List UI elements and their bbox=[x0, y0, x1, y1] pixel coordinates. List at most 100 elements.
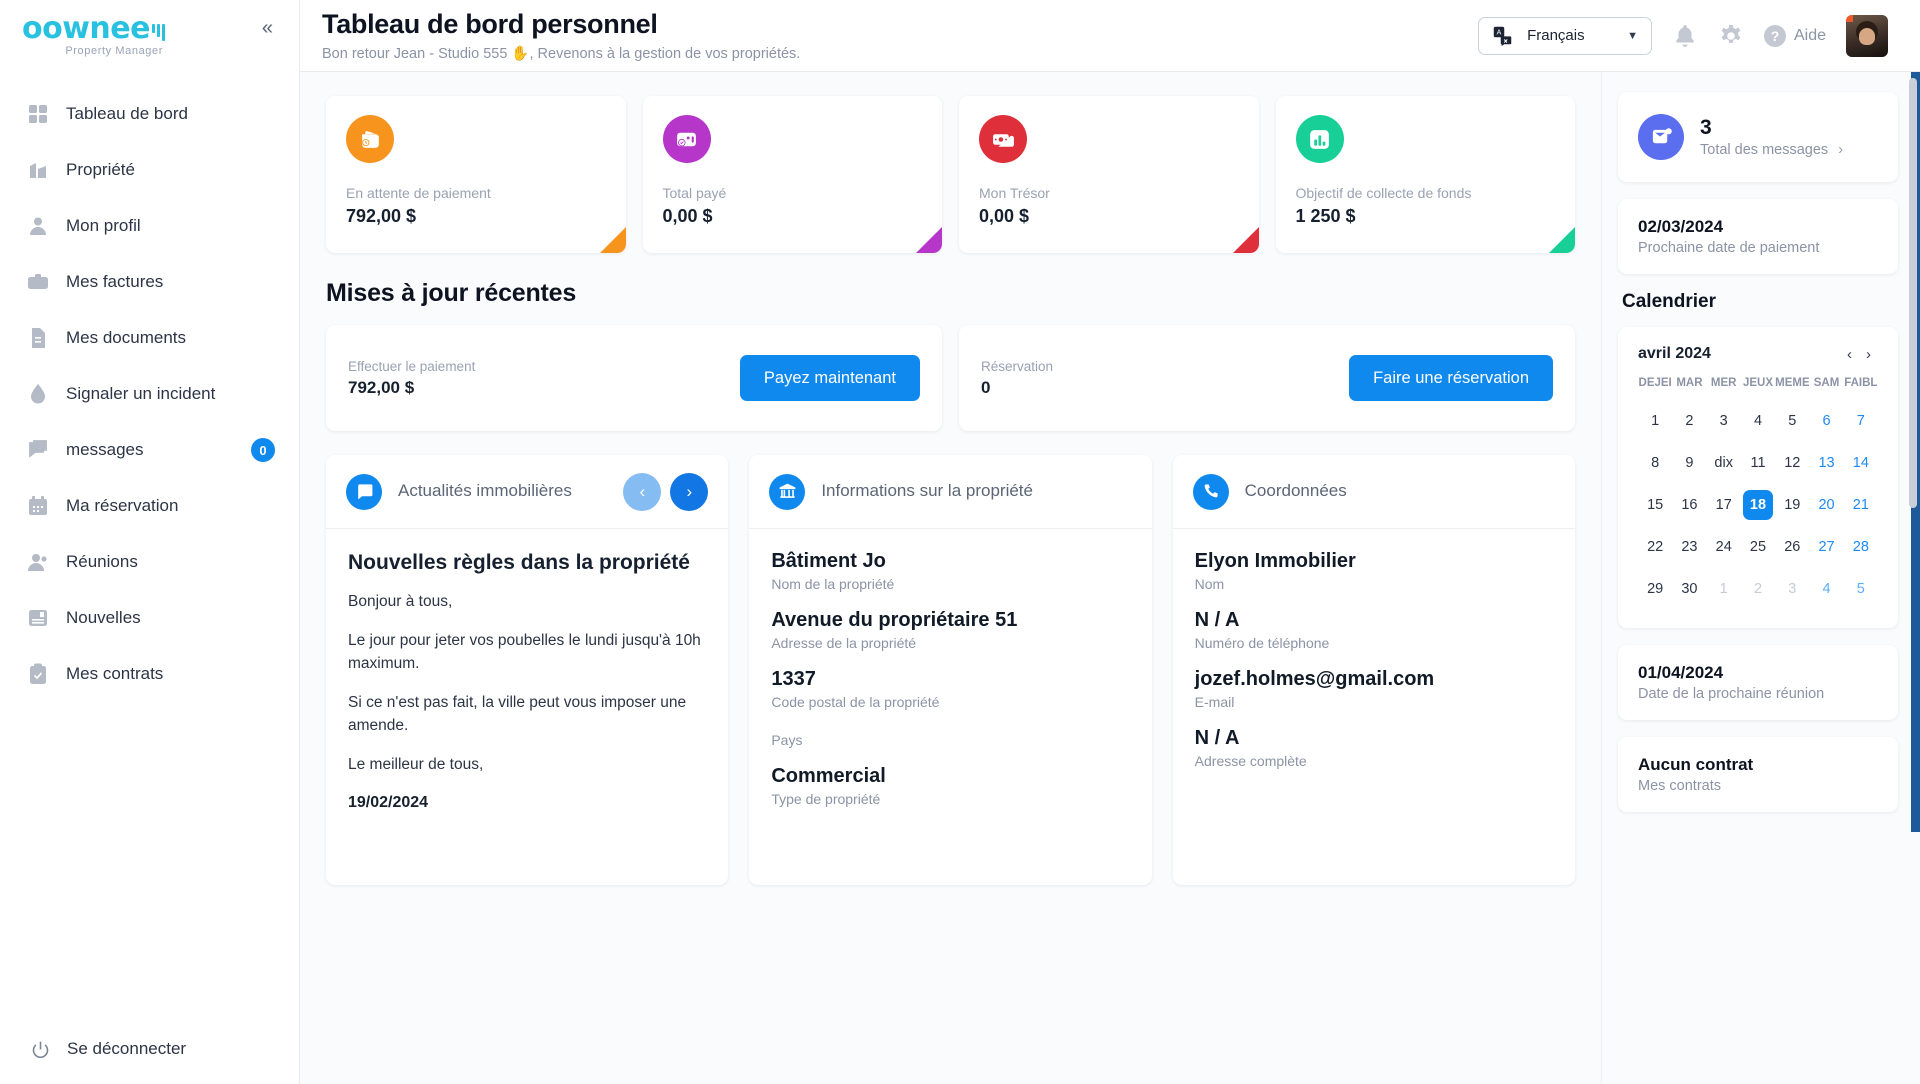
gear-icon[interactable] bbox=[1718, 23, 1744, 49]
calendar-day[interactable]: 1 bbox=[1709, 574, 1739, 604]
update-cards: Effectuer le paiement 792,00 $ Payez maint… bbox=[326, 325, 1575, 431]
calendar-day[interactable]: 9 bbox=[1674, 448, 1704, 478]
clipboard-check-icon bbox=[26, 662, 50, 686]
calendar-day[interactable]: dix bbox=[1709, 448, 1739, 478]
sidebar-item-1[interactable]: Tableau de bord bbox=[0, 86, 299, 142]
calendar-cell: 16 bbox=[1672, 484, 1706, 526]
calendar-cell: dix bbox=[1707, 442, 1741, 484]
calendar-day[interactable]: 15 bbox=[1640, 490, 1670, 520]
sidebar-nav: Tableau de bord Propriété Mon profil Mes fa… bbox=[0, 86, 299, 1014]
calendar-day[interactable]: 3 bbox=[1777, 574, 1807, 604]
messages-card[interactable]: 3 Total des messages › bbox=[1618, 92, 1898, 182]
news-prev-button[interactable]: ‹ bbox=[623, 472, 662, 511]
calendar-day[interactable]: 22 bbox=[1640, 532, 1670, 562]
brand-logo[interactable]: oownee Property Manager bbox=[0, 0, 299, 62]
calendar-cell: 24 bbox=[1707, 526, 1741, 568]
language-select[interactable]: A Français ▼ bbox=[1478, 16, 1652, 55]
help-button[interactable]: ? Aide bbox=[1763, 24, 1826, 47]
calendar-prev-button[interactable]: ‹ bbox=[1840, 346, 1859, 363]
calendar-day[interactable]: 6 bbox=[1812, 406, 1842, 436]
calendar-cell: 2 bbox=[1672, 400, 1706, 442]
property-key: Adresse de la propriété bbox=[771, 635, 917, 651]
calendar-day[interactable]: 8 bbox=[1640, 448, 1670, 478]
calendar-day[interactable]: 4 bbox=[1743, 406, 1773, 436]
calendar-day[interactable]: 12 bbox=[1777, 448, 1807, 478]
sidebar-item-2[interactable]: Propriété bbox=[0, 142, 299, 198]
calendar-day[interactable]: 7 bbox=[1846, 406, 1876, 436]
calendar-day[interactable]: 2 bbox=[1674, 406, 1704, 436]
calendar-day[interactable]: 29 bbox=[1640, 574, 1670, 604]
bell-icon[interactable] bbox=[1672, 23, 1698, 49]
update-action-button[interactable]: Faire une réservation bbox=[1349, 355, 1553, 401]
calendar-day[interactable]: 4 bbox=[1812, 574, 1842, 604]
sidebar-item-8[interactable]: Ma réservation bbox=[0, 478, 299, 534]
calendar-grid: DÉJEI MAR MER JEUX MÊME SAM FAIBL 1 2 3 4 5 6 7 8 9 dix… bbox=[1638, 377, 1878, 610]
calendar-day[interactable]: 1 bbox=[1640, 406, 1670, 436]
calendar-day[interactable]: 3 bbox=[1709, 406, 1739, 436]
stat-label: Mon Trésor bbox=[979, 185, 1050, 201]
calendar-day[interactable]: 26 bbox=[1777, 532, 1807, 562]
calendar-title: Calendrier bbox=[1622, 291, 1716, 312]
contact-field-2: N / A Numéro de téléphone bbox=[1195, 608, 1553, 651]
stat-card-2[interactable]: Total payé 0,00 $ bbox=[642, 96, 942, 253]
calendar-weekday-5: MÊME bbox=[1775, 377, 1810, 389]
calendar-cell: 27 bbox=[1809, 526, 1843, 568]
sidebar-item-9[interactable]: Réunions bbox=[0, 534, 299, 590]
translate-icon: A bbox=[1492, 25, 1513, 46]
page-scrollbar[interactable] bbox=[1909, 78, 1917, 508]
calendar-day[interactable]: 5 bbox=[1846, 574, 1876, 604]
calendar-day[interactable]: 23 bbox=[1674, 532, 1704, 562]
chevrons-left-icon[interactable]: « bbox=[262, 18, 273, 38]
calendar-week-4: 22 23 24 25 26 27 28 bbox=[1638, 526, 1878, 568]
recent-updates-title: Mises à jour récentes bbox=[326, 279, 577, 307]
news-article-title: Nouvelles règles dans la propriété bbox=[348, 551, 690, 574]
calendar-day[interactable]: 14 bbox=[1846, 448, 1876, 478]
sidebar-item-7[interactable]: messages 0 bbox=[0, 422, 299, 478]
calendar-day[interactable]: 17 bbox=[1709, 490, 1739, 520]
update-action-button[interactable]: Payez maintenant bbox=[739, 355, 920, 401]
logout-button[interactable]: Se déconnecter bbox=[0, 1014, 299, 1084]
calendar-day[interactable]: 19 bbox=[1777, 490, 1807, 520]
calendar-day-selected[interactable]: 18 bbox=[1742, 490, 1773, 520]
calendar-day[interactable]: 24 bbox=[1709, 532, 1739, 562]
sidebar-item-label: Tableau de bord bbox=[66, 104, 188, 123]
calendar-day[interactable]: 27 bbox=[1812, 532, 1842, 562]
stat-card-1[interactable]: En attente de paiement 792,00 $ bbox=[326, 96, 626, 253]
stat-cards: En attente de paiement 792,00 $ Total payé… bbox=[326, 96, 1575, 253]
update-card-1: Effectuer le paiement 792,00 $ Payez maint… bbox=[326, 325, 942, 431]
calendar-weekday-6: SAM bbox=[1813, 377, 1840, 389]
calendar-day[interactable]: 16 bbox=[1674, 490, 1704, 520]
contact-fields: Elyon Immobilier Nom N / A Numéro de téléph… bbox=[1173, 529, 1575, 885]
calendar-day[interactable]: 25 bbox=[1743, 532, 1773, 562]
calendar-next-button[interactable]: › bbox=[1859, 346, 1878, 363]
calendar-day[interactable]: 30 bbox=[1674, 574, 1704, 604]
calendar-cell: 12 bbox=[1775, 442, 1809, 484]
update-value: 792,00 $ bbox=[348, 377, 415, 397]
sidebar-item-11[interactable]: Mes contrats bbox=[0, 646, 299, 702]
calendar-day[interactable]: 5 bbox=[1777, 406, 1807, 436]
calendar-cell: 5 bbox=[1775, 400, 1809, 442]
contact-panel-title: Coordonnées bbox=[1244, 481, 1347, 501]
calendar-day[interactable]: 2 bbox=[1743, 574, 1773, 604]
next-meeting-label: Date de la prochaine réunion bbox=[1638, 686, 1825, 702]
calendar-day[interactable]: 28 bbox=[1846, 532, 1876, 562]
calendar-week-3: 15 16 17 18 19 20 21 bbox=[1638, 484, 1878, 526]
calendar-day[interactable]: 11 bbox=[1743, 448, 1773, 478]
calendar-day[interactable]: 20 bbox=[1812, 490, 1842, 520]
sidebar-item-3[interactable]: Mon profil bbox=[0, 198, 299, 254]
stat-card-4[interactable]: Objectif de collecte de fonds 1 250 $ bbox=[1275, 96, 1575, 253]
sidebar-item-5[interactable]: Mes documents bbox=[0, 310, 299, 366]
calendar-day[interactable]: 13 bbox=[1812, 448, 1842, 478]
avatar[interactable] bbox=[1846, 14, 1888, 57]
language-value: Français bbox=[1527, 27, 1585, 44]
news-next-button[interactable]: › bbox=[670, 472, 709, 511]
calendar-day[interactable]: 21 bbox=[1846, 490, 1876, 520]
sidebar-item-10[interactable]: Nouvelles bbox=[0, 590, 299, 646]
next-meeting-date: 01/04/2024 bbox=[1638, 663, 1724, 682]
update-card-2: Réservation 0 Faire une réservation bbox=[959, 325, 1575, 431]
next-payment-label: Prochaine date de paiement bbox=[1638, 240, 1820, 256]
sidebar-item-label: Réunions bbox=[66, 552, 138, 571]
sidebar-item-4[interactable]: Mes factures bbox=[0, 254, 299, 310]
sidebar-item-6[interactable]: Signaler un incident bbox=[0, 366, 299, 422]
stat-card-3[interactable]: Mon Trésor 0,00 $ bbox=[959, 96, 1259, 253]
